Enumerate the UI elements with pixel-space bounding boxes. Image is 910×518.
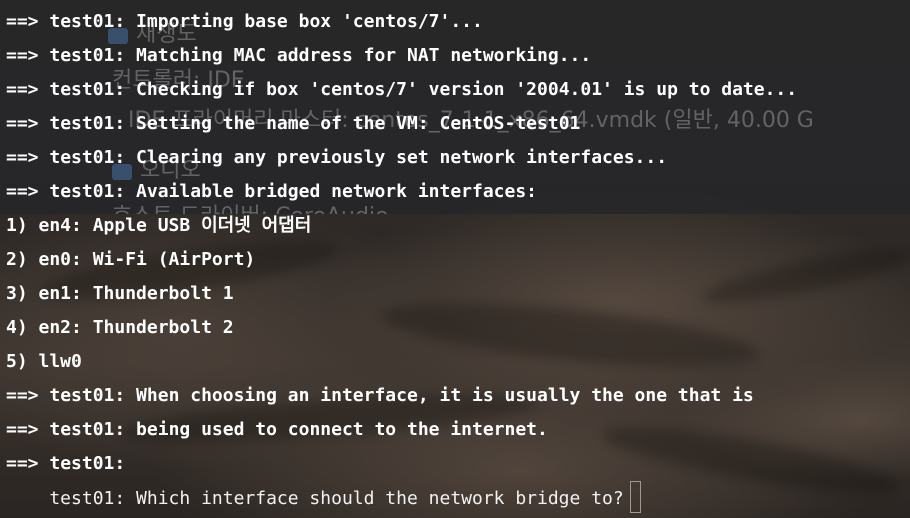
arrow-prefix: ==>: [6, 453, 50, 474]
terminal-line: ==> test01: being used to connect to the…: [6, 413, 548, 447]
arrow-prefix: ==>: [6, 45, 50, 66]
prompt-line[interactable]: test01: Which interface should the netwo…: [6, 481, 641, 515]
line-text: test01:: [49, 453, 126, 474]
terminal-line: ==> test01: Checking if box 'centos/7' v…: [6, 73, 797, 107]
prompt-text: test01: Which interface should the netwo…: [6, 488, 624, 509]
line-text: test01: being used to connect to the int…: [49, 419, 548, 440]
line-text: 2) en0: Wi-Fi (AirPort): [6, 249, 256, 270]
line-text: 3) en1: Thunderbolt 1: [6, 283, 234, 304]
terminal-line: ==> test01: Importing base box 'centos/7…: [6, 5, 483, 39]
line-text: test01: When choosing an interface, it i…: [49, 385, 754, 406]
arrow-prefix: ==>: [6, 113, 50, 134]
terminal-line: ==> test01: When choosing an interface, …: [6, 379, 754, 413]
line-text: test01: Checking if box 'centos/7' versi…: [49, 79, 798, 100]
arrow-prefix: ==>: [6, 147, 50, 168]
terminal-line: ==> test01: Setting the name of the VM: …: [6, 107, 580, 141]
terminal-line: ==> test01: Clearing any previously set …: [6, 141, 667, 175]
interface-option: 3) en1: Thunderbolt 1: [6, 277, 234, 311]
line-text: test01: Clearing any previously set netw…: [49, 147, 668, 168]
interface-option: 2) en0: Wi-Fi (AirPort): [6, 243, 255, 277]
arrow-prefix: ==>: [6, 181, 50, 202]
terminal-line: ==> test01: Available bridged network in…: [6, 175, 537, 209]
interface-option: 4) en2: Thunderbolt 2: [6, 311, 234, 345]
interface-option: 5) llw0: [6, 345, 82, 379]
arrow-prefix: ==>: [6, 11, 50, 32]
line-text: 1) en4: Apple USB 이더넷 어댑터: [6, 215, 312, 236]
line-text: test01: Available bridged network interf…: [49, 181, 538, 202]
line-text: test01: Setting the name of the VM: Cent…: [49, 113, 581, 134]
terminal-line: ==> test01:: [6, 447, 125, 481]
line-text: 4) en2: Thunderbolt 2: [6, 317, 234, 338]
line-text: test01: Matching MAC address for NAT net…: [49, 45, 592, 66]
terminal-line: ==> test01: Matching MAC address for NAT…: [6, 39, 591, 73]
text-cursor[interactable]: [629, 481, 641, 513]
arrow-prefix: ==>: [6, 79, 50, 100]
line-text: test01: Importing base box 'centos/7'...: [49, 11, 483, 32]
arrow-prefix: ==>: [6, 419, 50, 440]
terminal-output: ==> test01: Importing base box 'centos/7…: [0, 0, 910, 518]
interface-option: 1) en4: Apple USB 이더넷 어댑터: [6, 209, 311, 243]
line-text: 5) llw0: [6, 351, 82, 372]
arrow-prefix: ==>: [6, 385, 50, 406]
